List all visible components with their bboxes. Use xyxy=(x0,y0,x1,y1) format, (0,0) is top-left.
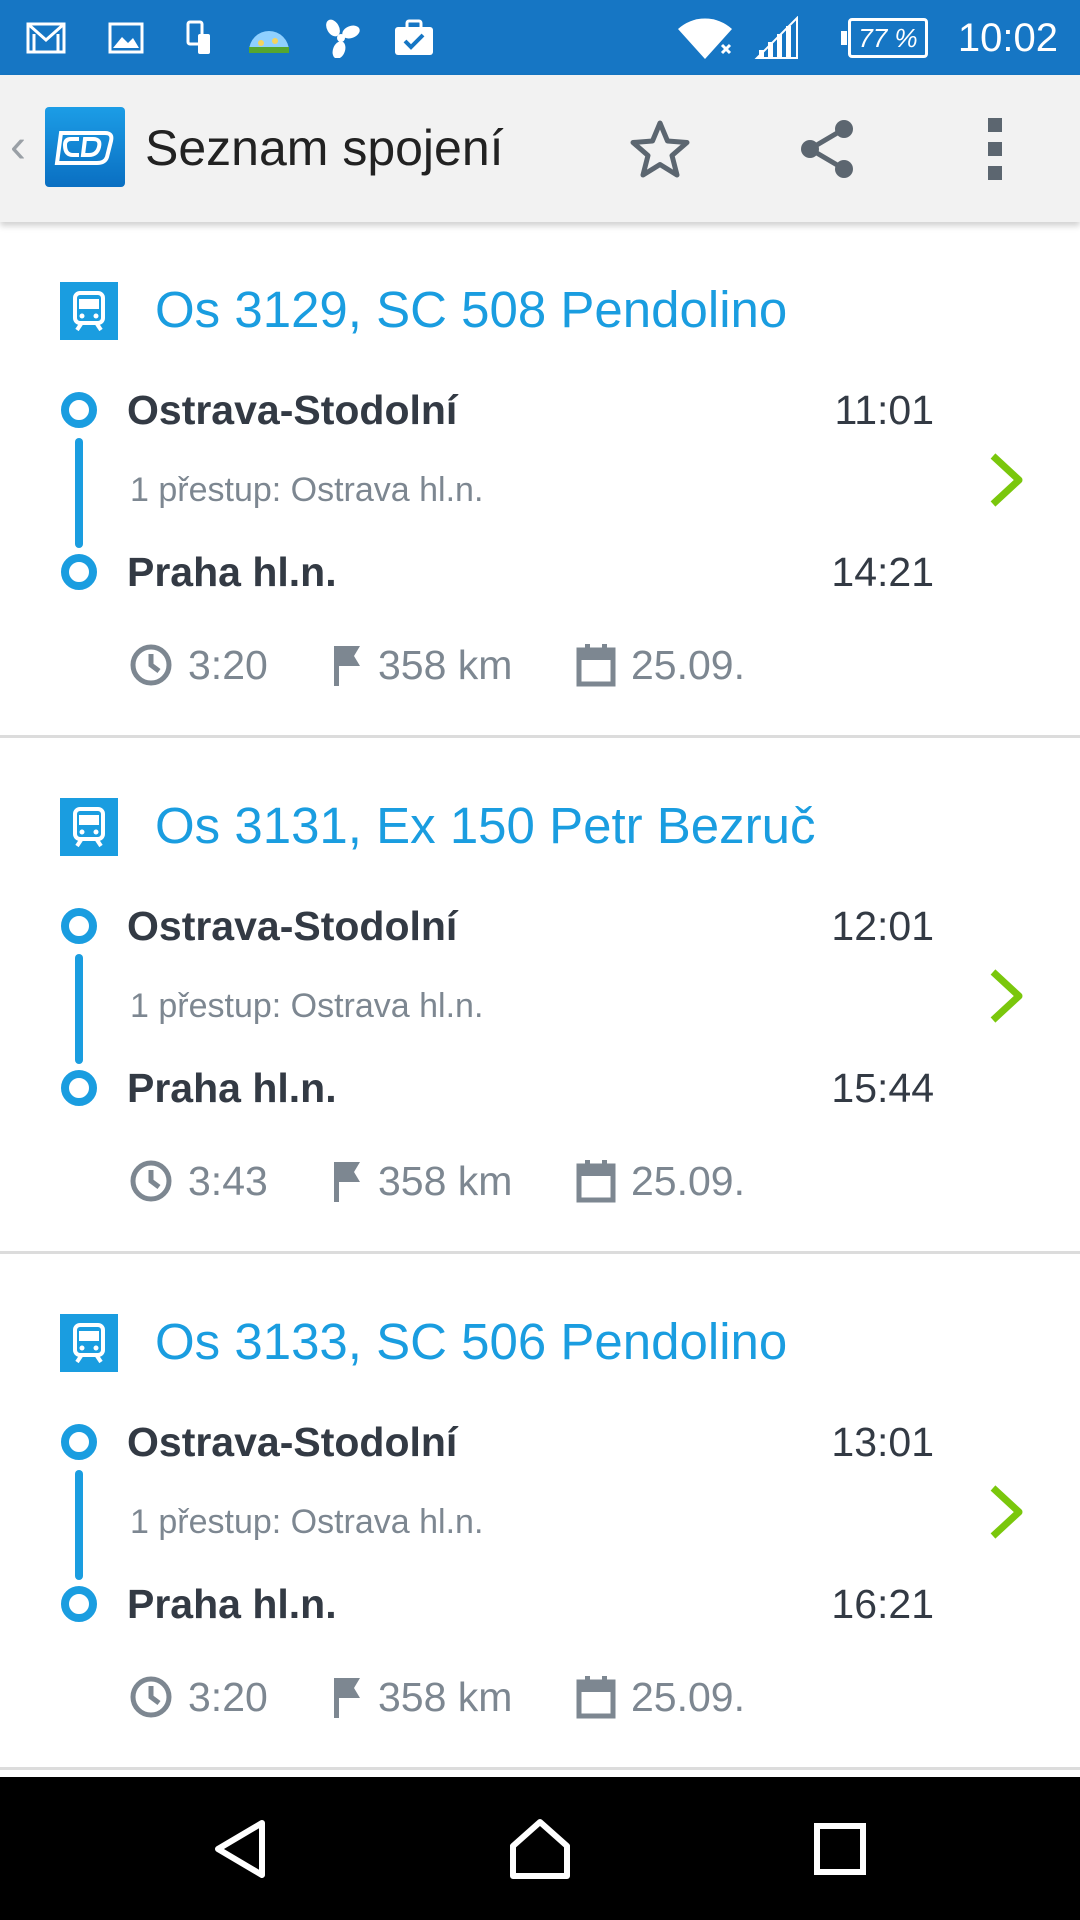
status-bar: 77 % 10:02 xyxy=(0,0,1080,75)
calendar-icon xyxy=(576,1160,616,1203)
gmail-icon xyxy=(26,14,66,62)
train-icon xyxy=(60,798,118,856)
transfer-info: 1 přestup: Ostrava hl.n. xyxy=(130,987,484,1025)
connection-title: Os 3131, Ex 150 Petr Bezruč xyxy=(155,797,816,854)
calendar-icon xyxy=(576,644,616,687)
duration: 3:43 xyxy=(128,1153,268,1209)
work-briefcase-icon xyxy=(392,14,436,62)
train-icon xyxy=(60,1314,118,1372)
flag-icon xyxy=(334,1162,360,1202)
connection-item[interactable]: Os 3129, SC 508 Pendolino Ostrava-Stodol… xyxy=(0,222,1080,738)
clock-icon xyxy=(130,644,172,686)
status-time: 10:02 xyxy=(957,16,1058,60)
chevron-right-icon[interactable] xyxy=(985,966,1029,1026)
arrival-station: Praha hl.n. xyxy=(127,1581,337,1627)
duration: 3:20 xyxy=(128,637,268,693)
navigation-bar xyxy=(0,1777,1080,1920)
connection-item[interactable]: Os 3131, Ex 150 Petr Bezruč Ostrava-Stod… xyxy=(0,738,1080,1254)
date-value: 25.09. xyxy=(631,641,745,688)
connection-item[interactable]: Os 3133, SC 506 Pendolino Ostrava-Stodol… xyxy=(0,1254,1080,1770)
star-icon[interactable] xyxy=(624,113,696,185)
route-line xyxy=(75,1470,83,1580)
departure-station: Ostrava-Stodolní xyxy=(127,387,458,433)
arrival-station: Praha hl.n. xyxy=(127,1065,337,1111)
arrival-time: 14:21 xyxy=(831,549,934,595)
duration: 3:20 xyxy=(128,1669,268,1725)
chevron-right-icon[interactable] xyxy=(985,1482,1029,1542)
phone-transfer-icon xyxy=(184,14,214,62)
calendar-icon xyxy=(576,1676,616,1719)
date: 25.09. xyxy=(575,1153,745,1209)
recents-icon[interactable] xyxy=(798,1807,882,1891)
departure-time: 12:01 xyxy=(831,903,934,949)
cd-logo-icon[interactable] xyxy=(45,107,125,187)
arrival-station: Praha hl.n. xyxy=(127,549,337,595)
wifi-icon xyxy=(676,14,734,62)
date: 25.09. xyxy=(575,1669,745,1725)
cellular-signal-icon xyxy=(752,14,800,62)
chevron-right-icon[interactable] xyxy=(985,450,1029,510)
duration-value: 3:43 xyxy=(188,1157,268,1204)
route-line xyxy=(75,954,83,1064)
route-start-dot xyxy=(61,392,97,428)
distance: 358 km xyxy=(330,1153,512,1209)
departure-station: Ostrava-Stodolní xyxy=(127,1419,458,1465)
distance-value: 358 km xyxy=(378,641,513,688)
route-end-dot xyxy=(61,1586,97,1622)
date-value: 25.09. xyxy=(631,1157,745,1204)
route-end-dot xyxy=(61,554,97,590)
transfer-info: 1 přestup: Ostrava hl.n. xyxy=(130,471,484,509)
departure-time: 11:01 xyxy=(834,387,934,433)
fan-icon xyxy=(318,14,364,62)
app-bar: ‹ Seznam spojení xyxy=(0,75,1080,222)
distance-value: 358 km xyxy=(378,1673,513,1720)
transfer-info: 1 přestup: Ostrava hl.n. xyxy=(130,1503,484,1541)
clock-icon xyxy=(130,1676,172,1718)
battery-icon: 77 % xyxy=(841,18,928,58)
route-start-dot xyxy=(61,1424,97,1460)
connection-list: Os 3129, SC 508 Pendolino Ostrava-Stodol… xyxy=(0,222,1080,1770)
date: 25.09. xyxy=(575,637,745,693)
back-icon[interactable] xyxy=(198,1807,282,1891)
arrival-time: 15:44 xyxy=(831,1065,934,1111)
flag-icon xyxy=(334,646,360,686)
route-start-dot xyxy=(61,908,97,944)
connection-title: Os 3129, SC 508 Pendolino xyxy=(155,281,788,338)
page-title: Seznam spojení xyxy=(145,120,504,176)
departure-station: Ostrava-Stodolní xyxy=(127,903,458,949)
home-icon[interactable] xyxy=(498,1807,582,1891)
route-end-dot xyxy=(61,1070,97,1106)
flag-icon xyxy=(334,1678,360,1718)
train-icon xyxy=(60,282,118,340)
duration-value: 3:20 xyxy=(188,641,268,688)
overflow-menu-icon[interactable] xyxy=(960,113,1032,185)
duration-value: 3:20 xyxy=(188,1673,268,1720)
share-icon[interactable] xyxy=(792,113,864,185)
route-line xyxy=(75,438,83,548)
connection-title: Os 3133, SC 506 Pendolino xyxy=(155,1313,788,1370)
departure-time: 13:01 xyxy=(831,1419,934,1465)
distance-value: 358 km xyxy=(378,1157,513,1204)
up-navigation-icon[interactable]: ‹ xyxy=(10,121,26,173)
distance: 358 km xyxy=(330,1669,512,1725)
gallery-icon xyxy=(106,14,146,62)
weather-icon xyxy=(244,14,294,62)
clock-icon xyxy=(130,1160,172,1202)
distance: 358 km xyxy=(330,637,512,693)
date-value: 25.09. xyxy=(631,1673,745,1720)
arrival-time: 16:21 xyxy=(831,1581,934,1627)
